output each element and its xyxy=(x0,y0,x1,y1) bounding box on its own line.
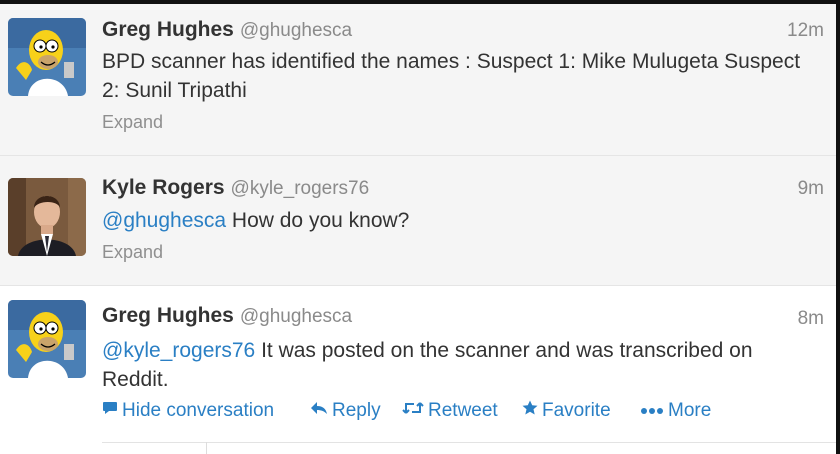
window-edge xyxy=(836,4,840,454)
favorite-button[interactable]: Favorite xyxy=(522,400,611,422)
retweet-label: Retweet xyxy=(428,400,498,421)
tweet-text: @ghughesca How do you know? xyxy=(102,206,817,235)
speech-bubble-icon xyxy=(102,401,118,420)
mention-link[interactable]: @kyle_rogers76 xyxy=(102,339,255,362)
hide-conversation-button[interactable]: Hide conversation xyxy=(102,400,274,422)
retweet-button[interactable]: Retweet xyxy=(402,400,498,422)
timestamp[interactable]: 9m xyxy=(798,178,824,200)
more-label: More xyxy=(668,400,712,421)
favorite-label: Favorite xyxy=(542,400,611,421)
timeline: Greg Hughes @ghughesca 12m BPD scanner ha… xyxy=(0,4,840,454)
timestamp[interactable]: 12m xyxy=(787,20,824,42)
tweet-text: BPD scanner has identified the names : S… xyxy=(102,50,801,102)
ellipsis-icon xyxy=(640,402,664,420)
timestamp[interactable]: 8m xyxy=(798,308,824,330)
reply-box-edge xyxy=(206,442,207,454)
tweet-item[interactable]: Kyle Rogers @kyle_rogers76 9m @ghughesca … xyxy=(0,156,836,286)
avatar[interactable] xyxy=(8,300,86,378)
tweet-item-expanded[interactable]: Greg Hughes @ghughesca 8m @kyle_rogers76 … xyxy=(0,286,836,454)
avatar[interactable] xyxy=(8,178,86,256)
reply-button[interactable]: Reply xyxy=(310,400,381,422)
star-icon xyxy=(522,400,538,420)
tweet-body: How do you know? xyxy=(226,209,410,232)
retweet-icon xyxy=(402,401,424,420)
display-name-text[interactable]: Greg Hughes xyxy=(102,304,234,327)
reply-label: Reply xyxy=(332,400,381,421)
hide-conversation-label: Hide conversation xyxy=(122,400,275,421)
tweet-item[interactable]: Greg Hughes @ghughesca 12m BPD scanner ha… xyxy=(0,4,836,156)
reply-box-divider xyxy=(102,442,836,443)
expand-link[interactable]: Expand xyxy=(102,242,163,263)
expand-link[interactable]: Expand xyxy=(102,112,163,133)
reply-arrow-icon xyxy=(310,401,328,420)
mention-link[interactable]: @ghughesca xyxy=(102,209,226,232)
display-name-text[interactable]: Kyle Rogers xyxy=(102,176,225,199)
avatar[interactable] xyxy=(8,18,86,96)
display-name[interactable]: Kyle Rogers @kyle_rogers76 xyxy=(102,176,369,200)
username[interactable]: @ghughesca xyxy=(240,306,352,327)
display-name[interactable]: Greg Hughes @ghughesca xyxy=(102,18,352,42)
display-name-text[interactable]: Greg Hughes xyxy=(102,18,234,41)
more-button[interactable]: More xyxy=(640,400,711,422)
username[interactable]: @ghughesca xyxy=(240,20,352,41)
username[interactable]: @kyle_rogers76 xyxy=(231,178,370,199)
display-name[interactable]: Greg Hughes @ghughesca xyxy=(102,304,352,328)
tweet-text: @kyle_rogers76 It was posted on the scan… xyxy=(102,336,817,394)
